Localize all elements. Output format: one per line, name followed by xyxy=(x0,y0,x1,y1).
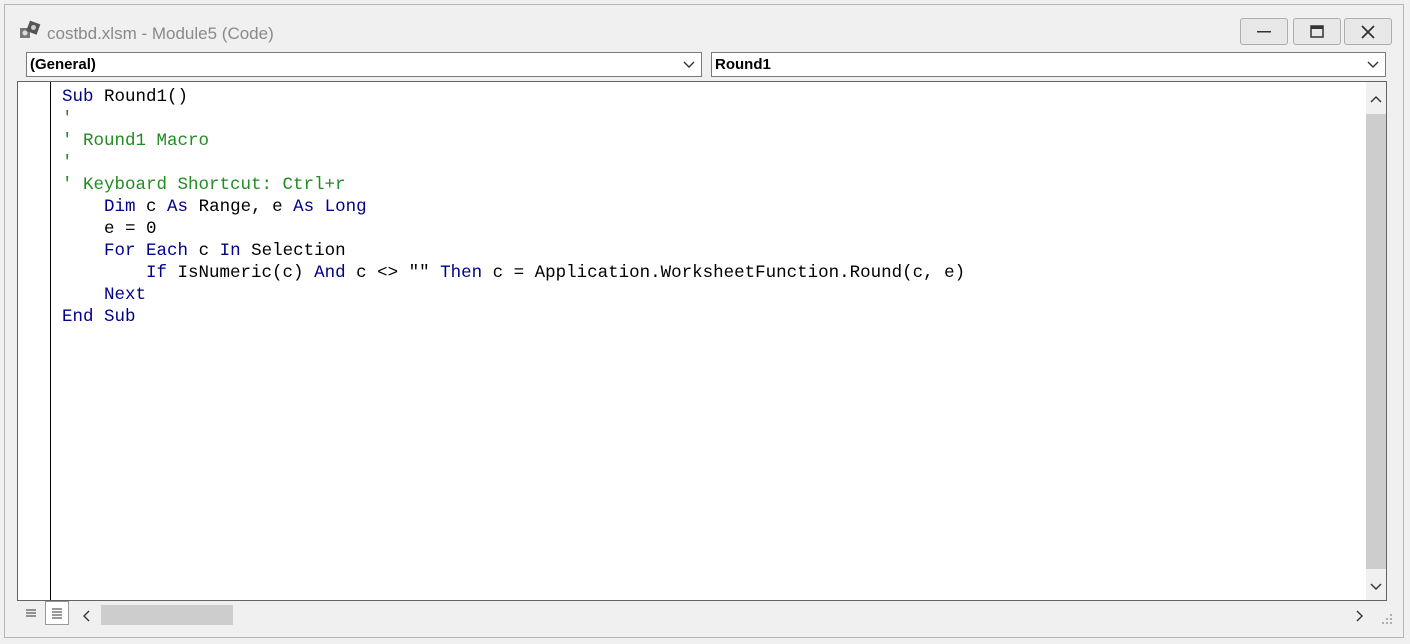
code-keyword: Dim xyxy=(104,197,136,217)
code-window: costbd.xlsm - Module5 (Code) (General) R… xyxy=(4,4,1404,638)
code-keyword: Sub xyxy=(62,87,94,107)
code-token: Range, e xyxy=(188,197,294,217)
vertical-scroll-thumb[interactable] xyxy=(1366,114,1386,569)
procedure-view-icon xyxy=(26,609,36,617)
restore-icon xyxy=(1310,24,1324,38)
close-button[interactable] xyxy=(1344,18,1392,45)
procedure-dropdown-value: Round1 xyxy=(715,56,771,73)
code-token: Selection xyxy=(240,241,346,261)
scroll-up-icon[interactable] xyxy=(1370,94,1382,104)
object-dropdown[interactable]: (General) xyxy=(26,52,702,77)
code-keyword: Each xyxy=(146,241,189,261)
scroll-left-icon[interactable] xyxy=(81,610,91,622)
code-keyword: As xyxy=(167,197,189,217)
code-line[interactable]: ' xyxy=(62,152,965,174)
code-text[interactable]: Sub Round1() ' ' Round1 Macro ' ' Keyboard S… xyxy=(62,86,965,328)
code-line[interactable]: Dim c As Range, e As Long xyxy=(62,196,965,218)
code-line[interactable]: e = 0 xyxy=(62,218,965,240)
procedure-view-button[interactable] xyxy=(19,601,43,625)
code-comment: ' xyxy=(62,153,73,173)
scroll-down-icon[interactable] xyxy=(1370,582,1382,592)
code-line[interactable]: For Each c In Selection xyxy=(62,240,965,262)
margin-indicator-bar[interactable] xyxy=(18,82,51,600)
code-token: Round1() xyxy=(93,87,189,107)
code-token: c = Application.WorksheetFunction.Round(… xyxy=(482,263,966,283)
code-keyword: In xyxy=(219,241,241,261)
scroll-right-icon[interactable] xyxy=(1355,610,1365,622)
full-module-view-icon xyxy=(52,608,62,619)
code-token: c <> "" xyxy=(345,263,441,283)
procedure-dropdown[interactable]: Round1 xyxy=(711,52,1386,77)
chevron-down-icon xyxy=(683,61,695,68)
code-token: c xyxy=(188,241,220,261)
vertical-scrollbar[interactable] xyxy=(1366,82,1386,600)
minimize-icon xyxy=(1257,30,1271,32)
horizontal-scroll-thumb[interactable] xyxy=(101,605,233,625)
full-module-view-button[interactable] xyxy=(45,601,69,625)
bottom-bar xyxy=(17,601,1401,629)
code-line[interactable]: Next xyxy=(62,284,965,306)
code-comment: ' xyxy=(62,109,73,129)
minimize-button[interactable] xyxy=(1240,18,1288,45)
code-comment: ' Round1 Macro xyxy=(62,131,210,151)
code-keyword: End xyxy=(62,307,94,327)
vba-module-icon xyxy=(20,20,41,38)
resize-grip-icon[interactable] xyxy=(1381,613,1393,625)
code-token: e = 0 xyxy=(62,219,157,239)
code-keyword: And xyxy=(314,263,346,283)
code-line[interactable]: Sub Round1() xyxy=(62,86,965,108)
code-keyword: Then xyxy=(440,263,483,283)
restore-button[interactable] xyxy=(1293,18,1341,45)
code-line[interactable]: ' Round1 Macro xyxy=(62,130,965,152)
code-token: IsNumeric(c) xyxy=(167,263,315,283)
code-keyword: Sub xyxy=(104,307,136,327)
code-line[interactable]: End Sub xyxy=(62,306,965,328)
object-dropdown-value: (General) xyxy=(30,56,96,73)
code-keyword: As xyxy=(293,197,315,217)
horizontal-scrollbar[interactable] xyxy=(73,601,1373,629)
close-icon xyxy=(1361,24,1375,39)
code-keyword: For xyxy=(104,241,136,261)
code-comment: ' Keyboard Shortcut: Ctrl+r xyxy=(62,175,346,195)
code-token: c xyxy=(135,197,168,217)
code-line[interactable]: If IsNumeric(c) And c <> "" Then c = App… xyxy=(62,262,965,284)
code-line[interactable]: ' Keyboard Shortcut: Ctrl+r xyxy=(62,174,965,196)
code-keyword: Next xyxy=(104,285,147,305)
chevron-down-icon xyxy=(1367,61,1379,68)
title-bar[interactable]: costbd.xlsm - Module5 (Code) xyxy=(5,5,1403,51)
code-keyword: If xyxy=(146,263,168,283)
code-keyword: Long xyxy=(324,197,367,217)
code-line[interactable]: ' xyxy=(62,108,965,130)
code-editor[interactable]: Sub Round1() ' ' Round1 Macro ' ' Keyboard S… xyxy=(17,81,1387,601)
window-title: costbd.xlsm - Module5 (Code) xyxy=(47,24,274,43)
